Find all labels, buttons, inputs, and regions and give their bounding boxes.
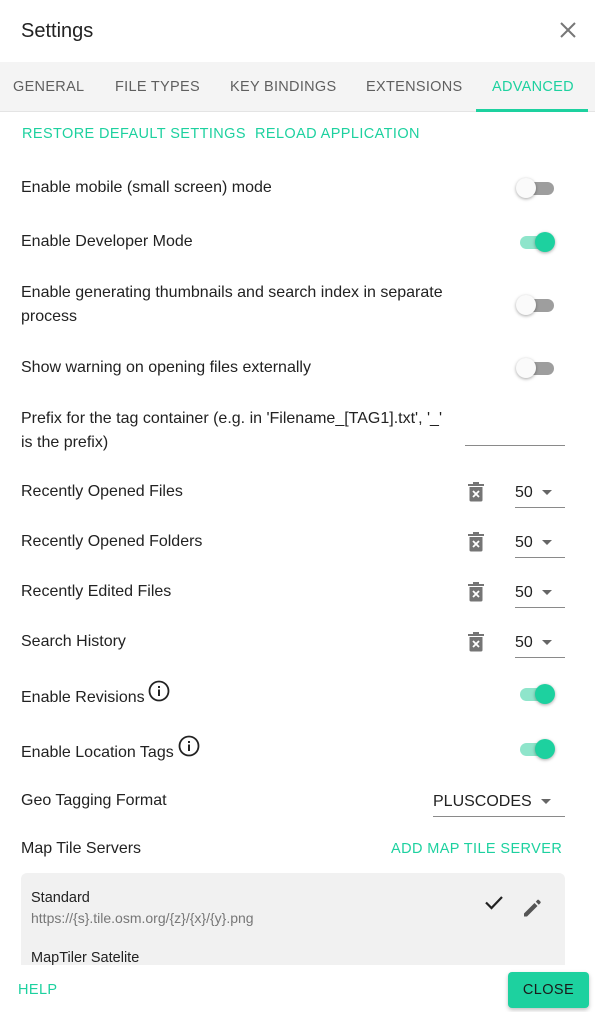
search-history-select[interactable]: 50 (515, 630, 565, 658)
recent-folders-value: 50 (515, 534, 533, 551)
tag-prefix-label-line1: Prefix for the tag container (e.g. in 'F… (21, 410, 442, 427)
caret-down-icon (542, 640, 552, 645)
revisions-label: Enable Revisions (21, 689, 145, 706)
tab-extensions[interactable]: EXTENSIONS (366, 79, 462, 95)
search-history-value: 50 (515, 634, 533, 651)
developer-mode-toggle[interactable] (516, 230, 556, 254)
tile-server-name: MapTiler Satelite (31, 950, 140, 965)
recent-folders-select[interactable]: 50 (515, 530, 565, 558)
dialog-footer: HELP CLOSE (0, 965, 595, 1012)
reload-application-button[interactable]: RELOAD APPLICATION (255, 126, 420, 142)
recent-files-value: 50 (515, 484, 533, 501)
geo-format-select[interactable]: PLUSCODES (433, 789, 565, 817)
tab-bar: GENERAL FILE TYPES KEY BINDINGS EXTENSIO… (0, 62, 595, 112)
caret-down-icon (542, 540, 552, 545)
map-tile-server-list: Standard https://{s}.tile.osm.org/{z}/{x… (21, 873, 565, 965)
tag-prefix-label-line2: is the prefix) (21, 434, 109, 451)
recent-edited-value: 50 (515, 584, 533, 601)
check-icon[interactable] (483, 891, 505, 913)
recent-edited-label: Recently Edited Files (21, 583, 172, 600)
mobile-mode-label: Enable mobile (small screen) mode (21, 179, 272, 196)
restore-defaults-button[interactable]: RESTORE DEFAULT SETTINGS (22, 126, 246, 142)
close-button[interactable]: CLOSE (508, 972, 589, 1008)
recent-files-select[interactable]: 50 (515, 480, 565, 508)
separate-process-label: Enable generating thumbnails and search … (21, 281, 443, 329)
geo-format-value: PLUSCODES (433, 793, 532, 810)
dialog-header: Settings (0, 0, 595, 62)
dialog-title: Settings (21, 20, 94, 42)
tab-key-bindings[interactable]: KEY BINDINGS (230, 79, 336, 95)
search-history-label: Search History (21, 633, 126, 650)
close-icon[interactable] (556, 18, 580, 42)
warn-external-toggle[interactable] (516, 356, 556, 380)
revisions-toggle[interactable] (516, 682, 556, 706)
trash-icon[interactable] (467, 632, 485, 652)
pencil-icon[interactable] (521, 897, 543, 919)
caret-down-icon (542, 590, 552, 595)
recent-files-label: Recently Opened Files (21, 483, 183, 500)
caret-down-icon (542, 490, 552, 495)
mobile-mode-toggle[interactable] (516, 176, 556, 200)
map-tiles-label: Map Tile Servers (21, 840, 142, 857)
location-tags-toggle[interactable] (516, 737, 556, 761)
add-map-tile-server-button[interactable]: ADD MAP TILE SERVER (391, 841, 562, 857)
tab-advanced[interactable]: ADVANCED (492, 79, 574, 95)
tag-prefix-input[interactable] (465, 418, 565, 446)
warn-external-label: Show warning on opening files externally (21, 359, 311, 376)
info-icon[interactable] (178, 735, 200, 757)
separate-process-label-line2: process (21, 308, 78, 325)
tag-prefix-label: Prefix for the tag container (e.g. in 'F… (21, 407, 442, 455)
geo-format-label: Geo Tagging Format (21, 792, 167, 809)
developer-mode-label: Enable Developer Mode (21, 233, 193, 250)
trash-icon[interactable] (467, 532, 485, 552)
location-tags-label: Enable Location Tags (21, 744, 174, 761)
help-button[interactable]: HELP (18, 982, 57, 998)
recent-folders-label: Recently Opened Folders (21, 533, 203, 550)
info-icon[interactable] (148, 680, 170, 702)
separate-process-label-line1: Enable generating thumbnails and search … (21, 284, 443, 301)
separate-process-toggle[interactable] (516, 293, 556, 317)
tile-server-name: Standard (31, 890, 90, 906)
recent-edited-select[interactable]: 50 (515, 580, 565, 608)
tab-file-types[interactable]: FILE TYPES (115, 79, 200, 95)
trash-icon[interactable] (467, 482, 485, 502)
caret-down-icon (541, 799, 551, 804)
tab-general[interactable]: GENERAL (13, 79, 84, 95)
tile-server-url: https://{s}.tile.osm.org/{z}/{x}/{y}.png (31, 910, 254, 926)
trash-icon[interactable] (467, 582, 485, 602)
active-tab-indicator (476, 109, 588, 112)
